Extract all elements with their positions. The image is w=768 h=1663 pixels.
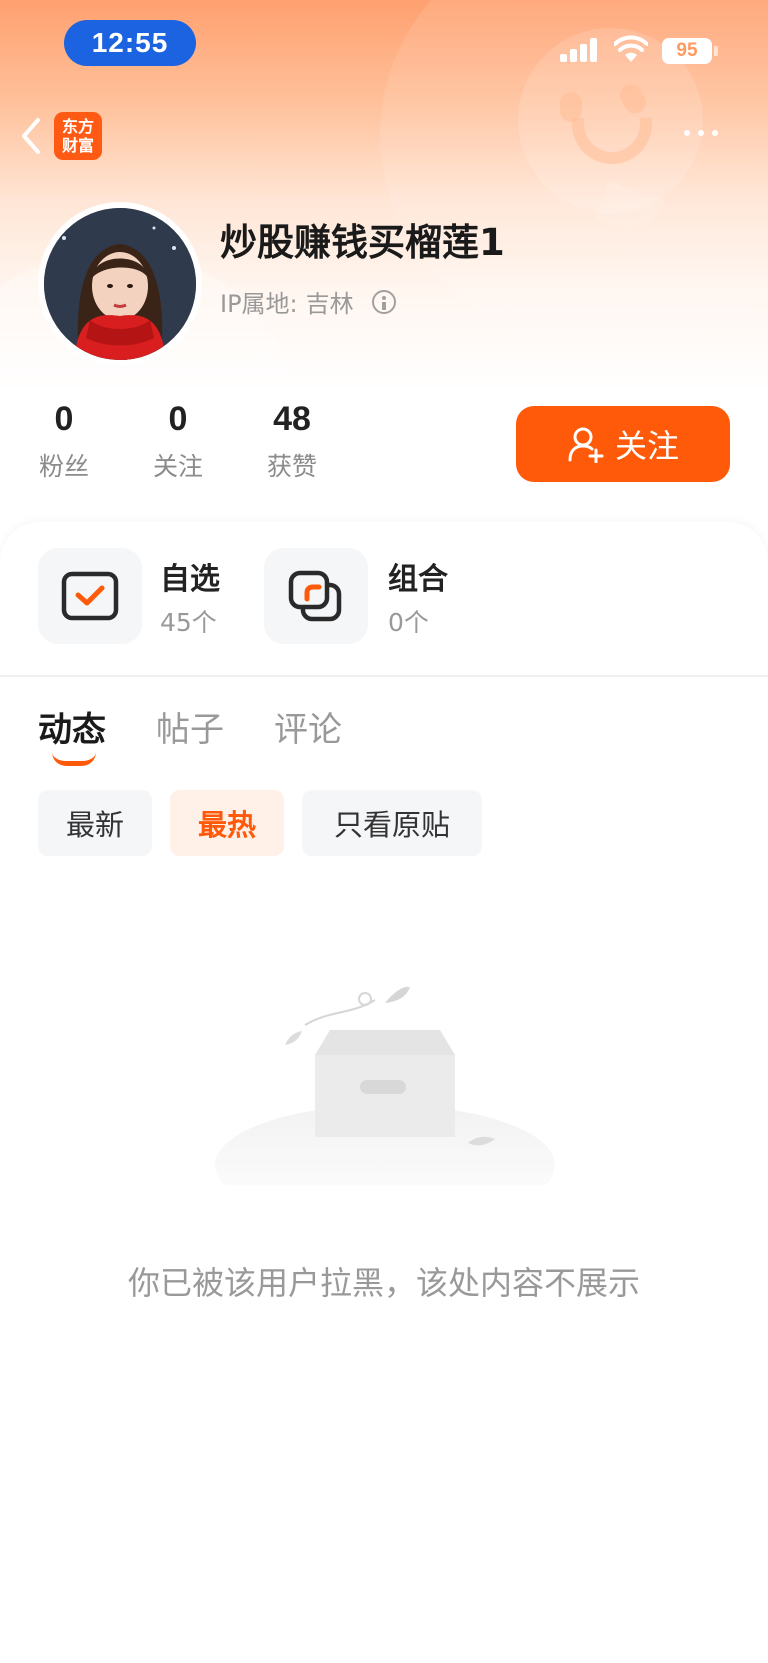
portfolio-icon [288, 570, 342, 622]
portfolio-title[interactable]: 组合 [388, 554, 448, 598]
stat-label: 关注 [152, 452, 203, 481]
avatar[interactable] [38, 202, 202, 366]
portfolio-count: 0个 [388, 608, 429, 637]
stat-label: 获赞 [266, 452, 317, 481]
logo-text-line1: 东方 [61, 117, 94, 136]
battery-indicator: 95 [662, 38, 712, 64]
watchlist-button[interactable] [38, 548, 142, 644]
tab-dynamics[interactable]: 动态 [38, 702, 106, 751]
filter-latest[interactable]: 最新 [38, 790, 152, 856]
stat-value: 0 [168, 400, 188, 438]
checkbox-icon [61, 571, 119, 621]
add-user-icon [568, 427, 604, 463]
tab-posts[interactable]: 帖子 [156, 702, 224, 751]
status-time: 12:55 [64, 20, 196, 66]
info-icon[interactable] [371, 289, 396, 314]
tab-comments[interactable]: 评论 [274, 702, 342, 751]
back-icon[interactable] [18, 116, 44, 156]
filter-original-only[interactable]: 只看原贴 [302, 790, 482, 856]
divider [0, 675, 768, 677]
watchlist-title[interactable]: 自选 [160, 554, 220, 598]
empty-box-illustration [215, 986, 555, 1185]
wifi-icon [614, 35, 648, 62]
stat-label: 粉丝 [38, 452, 89, 481]
stat-fans[interactable]: 0 粉丝 [14, 400, 114, 483]
battery-nub [714, 46, 718, 56]
stat-likes[interactable]: 48 获赞 [242, 400, 342, 483]
ip-label: IP属地: [220, 290, 298, 318]
username: 炒股赚钱买榴莲1 [220, 221, 505, 264]
follow-button-label: 关注 [614, 427, 679, 465]
stat-value: 0 [54, 400, 74, 438]
ip-location-row: IP属地: 吉林 [220, 284, 396, 319]
filter-hottest[interactable]: 最热 [170, 790, 284, 856]
avatar-image [44, 208, 196, 360]
follow-button[interactable]: 关注 [516, 406, 730, 482]
watchlist-count: 45个 [160, 608, 217, 637]
app-logo[interactable]: 东方 财富 [54, 112, 102, 160]
portfolio-button[interactable] [264, 548, 368, 644]
stat-following[interactable]: 0 关注 [128, 400, 228, 483]
logo-text-line2: 财富 [61, 136, 94, 155]
empty-state-message: 你已被该用户拉黑，该处内容不展示 [127, 1264, 640, 1302]
more-icon[interactable] [684, 130, 718, 136]
ip-location: 吉林 [305, 290, 354, 318]
cellular-signal-icon [560, 38, 597, 62]
stat-value: 48 [273, 400, 311, 438]
